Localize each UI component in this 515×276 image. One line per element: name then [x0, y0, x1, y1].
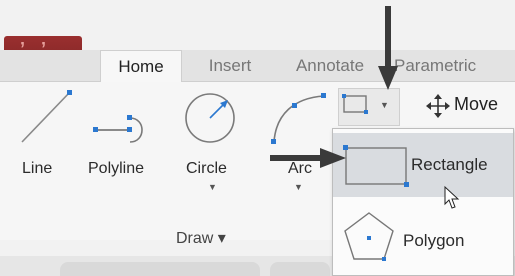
polyline-tool-label[interactable]: Polyline — [88, 160, 144, 178]
tab-annotate[interactable]: Annotate — [280, 50, 380, 81]
arc-dropdown-caret[interactable]: ▼ — [294, 182, 303, 192]
line-icon[interactable] — [20, 90, 80, 150]
dropdown-item-label: Rectangle — [411, 155, 488, 174]
polyline-icon[interactable] — [90, 92, 160, 152]
move-tool-label[interactable]: Move — [454, 94, 498, 115]
circle-icon[interactable] — [182, 90, 242, 150]
tab-insert[interactable]: Insert — [192, 50, 268, 81]
rectangle-dropdown-menu: Rectangle Polygon — [332, 128, 514, 276]
circle-dropdown-caret[interactable]: ▼ — [208, 182, 217, 192]
tab-parametric[interactable]: Parametric — [394, 50, 512, 81]
dropdown-item-rectangle[interactable]: Rectangle — [333, 133, 513, 197]
bottom-tab — [270, 262, 330, 276]
polygon-icon — [344, 212, 394, 261]
tab-home[interactable]: Home — [100, 50, 182, 83]
circle-tool-label[interactable]: Circle — [186, 160, 227, 178]
cursor-icon — [444, 185, 460, 209]
annotation-arrow-right-icon — [270, 148, 346, 168]
move-icon[interactable] — [426, 94, 450, 118]
draw-panel-title[interactable]: Draw ▾ — [176, 228, 226, 248]
dropdown-item-polygon[interactable]: Polygon — [333, 203, 513, 273]
rectangle-icon — [343, 145, 409, 187]
bottom-tab — [60, 262, 260, 276]
line-tool-label[interactable]: Line — [22, 160, 52, 178]
dropdown-item-label: Polygon — [403, 231, 465, 250]
annotation-arrow-down-icon — [378, 6, 398, 90]
rectangle-dropdown-caret[interactable]: ▼ — [380, 100, 389, 110]
rectangle-icon[interactable] — [342, 94, 372, 116]
arc-icon[interactable] — [268, 90, 328, 150]
